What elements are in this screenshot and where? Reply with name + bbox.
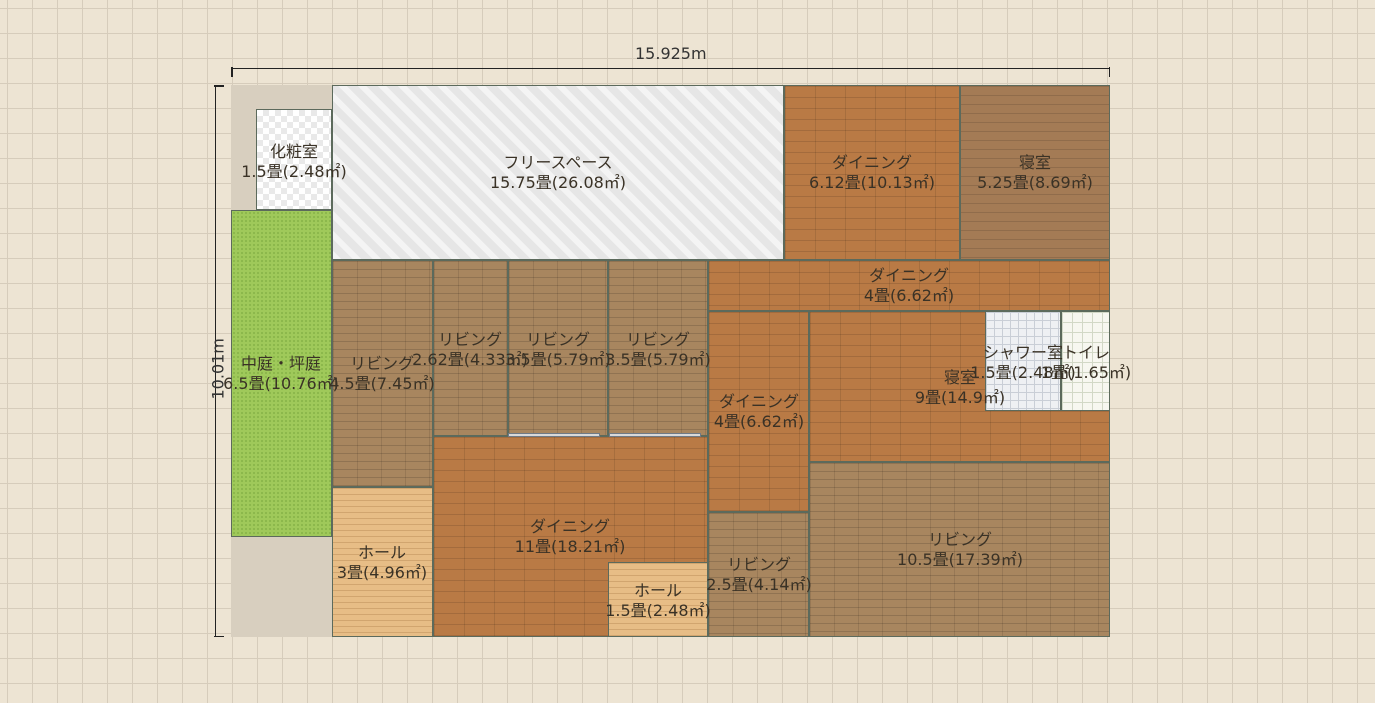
- room-area: 2.5畳(4.14㎡): [706, 575, 812, 594]
- room-name: 寝室: [1018, 153, 1051, 172]
- room-area: 3.5畳(5.79㎡): [505, 350, 611, 369]
- room-area: 6.12畳(10.13㎡): [809, 173, 935, 192]
- room-area: 3.5畳(5.79㎡): [605, 350, 711, 369]
- room-area: 6.5畳(10.76㎡): [223, 374, 339, 393]
- room-name: リビング: [625, 330, 690, 349]
- room-area: 1畳(1.65㎡): [1040, 363, 1132, 382]
- room-name: ホール: [357, 543, 407, 562]
- label-free-space: フリースペース 15.75畳(26.08㎡): [490, 153, 626, 193]
- label-dining-top: ダイニング 6.12畳(10.13㎡): [809, 153, 935, 193]
- label-dining-strip: ダイニング 4畳(6.62㎡): [864, 266, 954, 306]
- room-name: 化粧室: [269, 142, 318, 161]
- label-toilet: トイレ 1畳(1.65㎡): [1041, 343, 1131, 383]
- room-area: 4畳(6.62㎡): [713, 412, 805, 431]
- label-hall-small: ホール 1.5畳(2.48㎡): [605, 581, 711, 621]
- room-name: ダイニング: [718, 392, 800, 411]
- label-living-mid-1: リビング 3.5畳(5.79㎡): [505, 330, 611, 370]
- room-name: リビング: [927, 530, 993, 549]
- room-area: 9畳(14.9㎡): [914, 388, 1006, 407]
- label-hall-left: ホール 3畳(4.96㎡): [337, 543, 427, 583]
- room-name: リビング: [726, 555, 791, 574]
- width-dimension-line: [231, 67, 1110, 77]
- room-name: リビング: [525, 330, 590, 349]
- room-area: 1.5畳(2.48㎡): [605, 601, 711, 620]
- room-area: 10.5畳(17.39㎡): [897, 550, 1023, 569]
- room-name: ダイニング: [868, 266, 950, 285]
- sliding-door-2[interactable]: [609, 433, 701, 437]
- width-dimension-label: 15.925m: [635, 44, 707, 63]
- room-name: ホール: [633, 581, 682, 600]
- label-dining-vertical: ダイニング 4畳(6.62㎡): [714, 392, 804, 432]
- label-living-bottom-large: リビング 10.5畳(17.39㎡): [897, 530, 1023, 570]
- room-area: 5.25畳(8.69㎡): [977, 173, 1093, 192]
- label-dining-large: ダイニング 11畳(18.21㎡): [515, 517, 626, 557]
- room-name: 中庭・坪庭: [240, 354, 321, 373]
- room-area: 3畳(4.96㎡): [336, 563, 428, 582]
- room-area: 4.5畳(7.45㎡): [329, 374, 435, 393]
- sliding-door-1[interactable]: [508, 433, 600, 437]
- label-living-mid-2: リビング 3.5畳(5.79㎡): [605, 330, 711, 370]
- room-name: フリースペース: [503, 153, 613, 172]
- label-bedroom-top: 寝室 5.25畳(8.69㎡): [977, 153, 1093, 193]
- label-courtyard: 中庭・坪庭 6.5畳(10.76㎡): [223, 354, 339, 394]
- room-area: 11畳(18.21㎡): [514, 537, 626, 556]
- room-name: トイレ: [1061, 343, 1111, 362]
- room-name: ダイニング: [831, 153, 913, 172]
- label-powder-room: 化粧室 1.5畳(2.48㎡): [241, 142, 347, 182]
- room-name: ダイニング: [529, 517, 610, 536]
- label-living-bottom-small: リビング 2.5畳(4.14㎡): [706, 555, 812, 595]
- room-area: 15.75畳(26.08㎡): [489, 173, 627, 192]
- room-area: 1.5畳(2.48㎡): [241, 162, 347, 181]
- room-area: 4畳(6.62㎡): [863, 286, 955, 305]
